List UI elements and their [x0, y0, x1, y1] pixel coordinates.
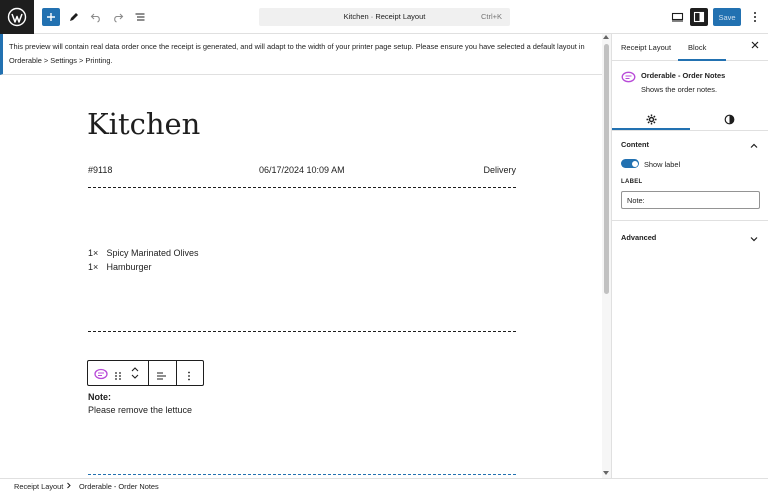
wordpress-logo-icon[interactable]	[0, 0, 34, 34]
panel-divider	[612, 220, 768, 221]
chevron-down-icon	[750, 237, 758, 242]
chevron-right-icon	[66, 482, 72, 491]
settings-sidebar: Receipt Layout Block Orderable - Order N…	[611, 34, 768, 478]
active-tab-indicator	[612, 128, 690, 130]
scrollbar-thumb[interactable]	[604, 44, 609, 294]
toolbar-divider	[176, 361, 177, 385]
show-label-toggle[interactable]	[621, 159, 639, 168]
more-vertical-icon	[754, 12, 756, 22]
order-type: Delivery	[483, 165, 516, 175]
receipt-title[interactable]: Kitchen	[87, 107, 200, 141]
sidebar-icon	[693, 11, 705, 23]
block-settings-tabs	[612, 104, 768, 131]
order-number: #9118	[88, 165, 113, 175]
top-toolbar: Kitchen · Receipt Layout Ctrl+K Save	[0, 0, 768, 34]
close-icon	[751, 41, 759, 49]
notice-text: This preview will contain real data orde…	[9, 42, 585, 65]
sidebar-tabs: Receipt Layout Block	[612, 34, 768, 61]
block-toolbar	[87, 360, 204, 386]
scroll-down-arrow-icon[interactable]	[603, 471, 609, 475]
drag-handle-icon	[115, 372, 121, 380]
separator-dashed	[88, 331, 516, 332]
toolbar-divider	[148, 361, 149, 385]
add-block-button[interactable]	[42, 8, 60, 26]
document-title: Kitchen · Receipt Layout	[343, 12, 426, 21]
redo-button[interactable]	[109, 8, 127, 26]
save-button[interactable]: Save	[713, 8, 741, 26]
settings-sidebar-toggle[interactable]	[690, 8, 708, 26]
advanced-panel-heading[interactable]: Advanced	[621, 233, 656, 242]
preview-notice: This preview will contain real data orde…	[0, 34, 602, 75]
keyboard-shortcut: Ctrl+K	[480, 12, 502, 21]
order-notes-icon	[621, 70, 636, 88]
label-input[interactable]	[621, 191, 760, 209]
undo-button[interactable]	[87, 8, 105, 26]
list-item[interactable]: 1× Spicy Marinated Olives	[88, 248, 199, 258]
label-field-title: LABEL	[621, 179, 643, 185]
show-label-text: Show label	[644, 160, 681, 169]
move-up-down-icon	[131, 367, 139, 379]
active-tab-indicator	[678, 59, 726, 61]
block-options-button[interactable]	[187, 368, 191, 386]
breadcrumb: Receipt Layout Orderable - Order Notes	[0, 478, 768, 492]
expand-advanced-button[interactable]	[749, 231, 759, 249]
collapse-content-button[interactable]	[749, 138, 759, 156]
move-up-down-button[interactable]	[130, 365, 140, 386]
desktop-icon	[671, 12, 683, 22]
editor-canvas: This preview will contain real data orde…	[0, 34, 611, 478]
content-panel-heading[interactable]: Content	[621, 140, 649, 149]
order-meta-row[interactable]: #9118 06/17/2024 10:09 AM Delivery	[88, 165, 516, 177]
item-name: Spicy Marinated Olives	[106, 248, 199, 258]
command-palette-bar[interactable]: Kitchen · Receipt Layout Ctrl+K	[259, 8, 510, 26]
item-quantity: 1×	[88, 248, 99, 258]
toggle-knob	[631, 160, 638, 167]
separator-dashed	[88, 187, 516, 188]
separator-dashed	[88, 474, 516, 475]
tab-block[interactable]: Block	[688, 43, 706, 52]
pencil-icon	[70, 13, 78, 21]
plus-icon	[47, 13, 55, 21]
block-title: Orderable - Order Notes	[641, 71, 726, 80]
list-item[interactable]: 1× Hamburger	[88, 262, 152, 272]
order-notes-icon	[94, 368, 108, 380]
view-button[interactable]	[668, 8, 686, 26]
undo-icon	[90, 13, 100, 23]
block-description: Shows the order notes.	[641, 85, 718, 94]
item-name: Hamburger	[106, 262, 152, 272]
chevron-up-icon	[750, 143, 758, 148]
note-label[interactable]: Note:	[88, 392, 111, 402]
breadcrumb-item[interactable]: Orderable - Order Notes	[79, 482, 159, 491]
options-button[interactable]	[746, 8, 764, 26]
tools-button[interactable]	[65, 8, 83, 26]
align-left-icon	[157, 372, 166, 380]
tab-receipt-layout[interactable]: Receipt Layout	[621, 43, 671, 52]
gear-icon	[646, 114, 657, 125]
document-overview-button[interactable]	[131, 8, 149, 26]
close-sidebar-button[interactable]	[751, 41, 759, 52]
align-button[interactable]	[156, 368, 167, 386]
drag-handle[interactable]	[114, 368, 122, 386]
document-overview-icon	[135, 13, 145, 21]
order-datetime: 06/17/2024 10:09 AM	[259, 165, 345, 175]
breadcrumb-item[interactable]: Receipt Layout	[14, 482, 63, 491]
styles-icon	[724, 114, 735, 125]
item-quantity: 1×	[88, 262, 99, 272]
note-text[interactable]: Please remove the lettuce	[88, 405, 192, 415]
scroll-up-arrow-icon[interactable]	[603, 35, 609, 39]
order-notes-block-button[interactable]	[94, 367, 108, 385]
more-vertical-icon	[188, 371, 190, 381]
tab-styles[interactable]	[724, 112, 735, 130]
redo-icon	[114, 13, 124, 23]
